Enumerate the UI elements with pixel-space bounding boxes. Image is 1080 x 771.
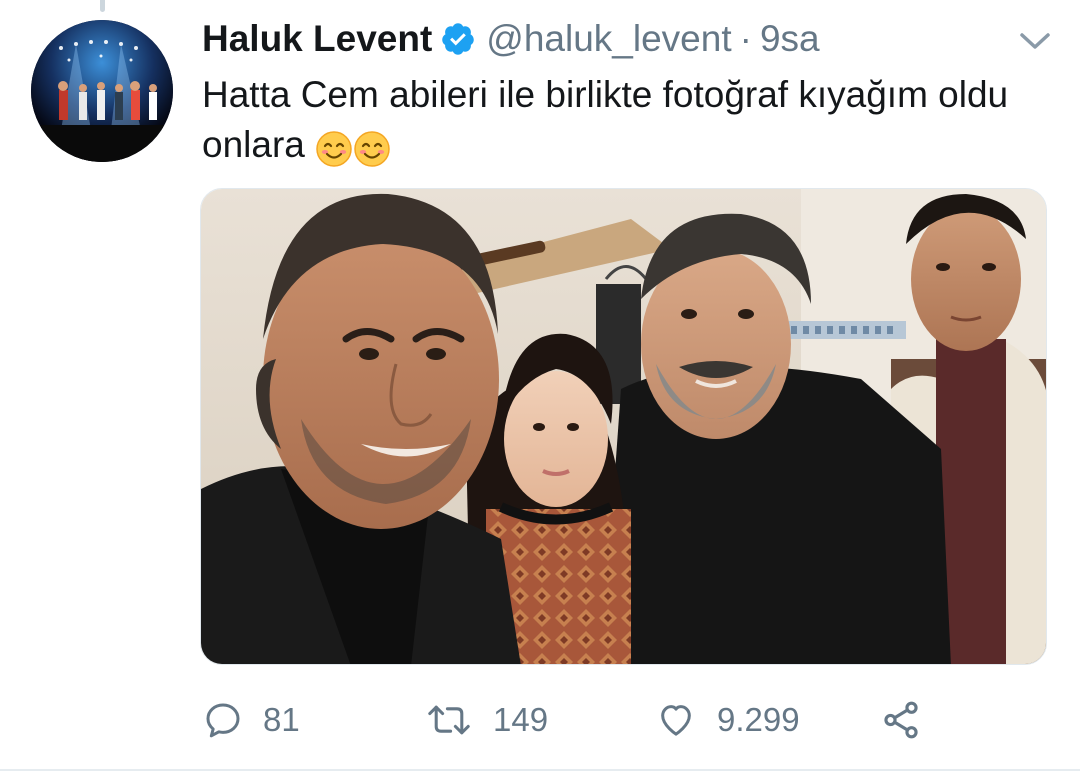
avatar-image (31, 20, 173, 162)
author-handle[interactable]: @haluk_levent (486, 18, 731, 60)
share-button[interactable] (880, 690, 922, 750)
smiling-face-emoji (354, 131, 390, 168)
retweet-icon (428, 705, 470, 735)
tweet-header: Haluk Levent @haluk_levent · 9sa (202, 14, 820, 64)
tweet-actions: 81 149 9.299 (0, 690, 1080, 750)
tweet-timestamp[interactable]: 9sa (760, 18, 820, 60)
retweet-count: 149 (493, 701, 549, 738)
heart-icon (661, 705, 691, 736)
retweet-button[interactable]: 149 (425, 690, 548, 750)
emoji-group (315, 122, 391, 172)
tweet-photo[interactable] (200, 188, 1047, 665)
like-button[interactable]: 9.299 (655, 690, 800, 750)
smiling-face-emoji (316, 131, 352, 168)
reply-icon (206, 703, 240, 738)
like-count: 9.299 (717, 701, 800, 738)
reply-count: 81 (263, 701, 300, 738)
chevron-down-icon[interactable] (1016, 28, 1054, 54)
separator-dot: · (739, 18, 752, 59)
author-name[interactable]: Haluk Levent (202, 18, 432, 60)
avatar[interactable] (31, 20, 173, 162)
verified-badge-icon (440, 21, 476, 57)
tweet-text: Hatta Cem abileri ile birlikte fotoğraf … (202, 70, 1052, 172)
group-selfie-image (201, 189, 1046, 664)
thread-connector-line (100, 0, 105, 12)
share-icon (884, 701, 918, 739)
reply-button[interactable]: 81 (203, 690, 300, 750)
